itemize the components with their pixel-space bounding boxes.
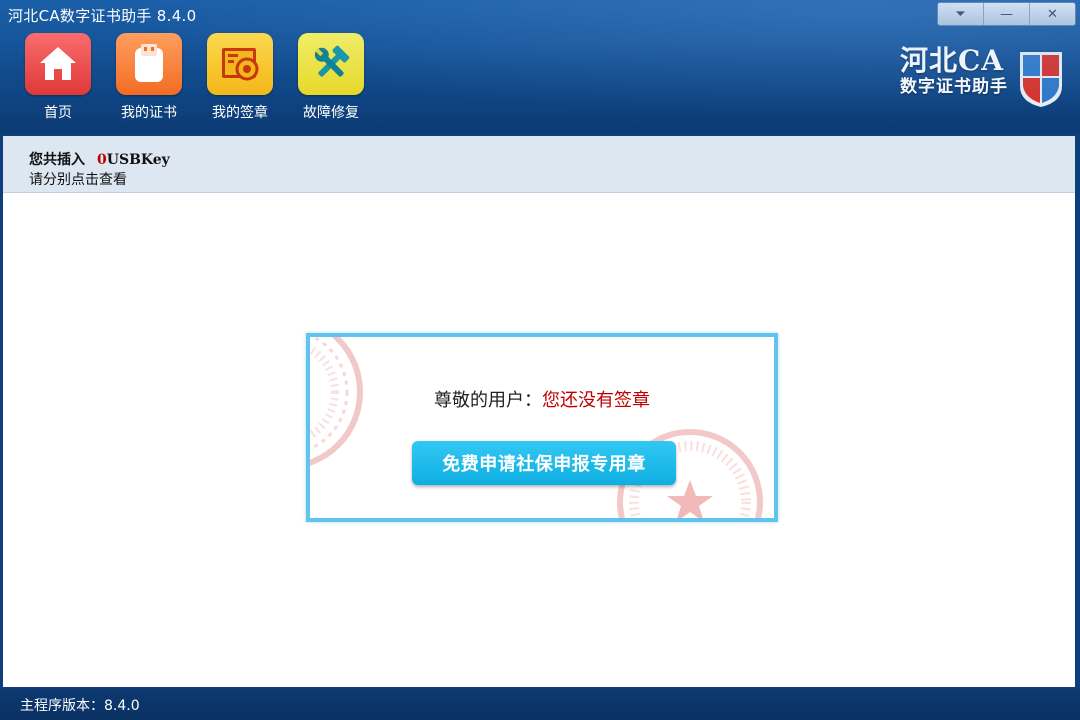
toolbar-label-my-certificate[interactable]: 我的证书: [121, 102, 177, 122]
toolbar-label-home[interactable]: 首页: [44, 102, 72, 122]
home-icon[interactable]: [25, 33, 91, 95]
toolbar-label-my-seal[interactable]: 我的签章: [212, 102, 268, 122]
status-bar: 主程序版本：8.4.0: [0, 688, 1080, 720]
toolbar-label-repair[interactable]: 故障修复: [303, 102, 359, 122]
version-text: 主程序版本：8.4.0: [20, 698, 140, 714]
menu-dropdown-button[interactable]: ⏷: [938, 3, 983, 25]
app-header: 河北CA数字证书助手 8.4.0 ⏷ — ✕ 首页 我的证书 我的签章 故障修复…: [0, 0, 1080, 134]
usbkey-hint: 请分别点击查看: [29, 172, 127, 188]
toolbar-item-repair[interactable]: 故障修复: [297, 33, 365, 122]
no-seal-card: 尊敬的用户：您还没有签章 免费申请社保申报专用章: [306, 333, 778, 522]
usbkey-count: 0: [97, 152, 107, 168]
brand-subtitle: 数字证书助手: [900, 77, 1008, 97]
apply-seal-button[interactable]: 免费申请社保申报专用章: [412, 441, 676, 485]
main-content: 尊敬的用户：您还没有签章 免费申请社保申报专用章: [3, 193, 1075, 687]
close-button[interactable]: ✕: [1029, 3, 1075, 25]
toolbar-item-home[interactable]: 首页: [24, 33, 92, 122]
window-title: 河北CA数字证书助手 8.4.0: [8, 7, 197, 25]
seal-icon[interactable]: [207, 33, 273, 95]
no-seal-text: 您还没有签章: [542, 390, 650, 411]
toolbar-item-my-certificate[interactable]: 我的证书: [115, 33, 183, 122]
brand-title: 河北CA: [900, 44, 1005, 77]
ca-shield-logo: [1016, 46, 1066, 112]
window-controls: ⏷ — ✕: [937, 2, 1076, 26]
repair-tools-icon[interactable]: [298, 33, 364, 95]
brand-area: 河北CA 数字证书助手: [900, 46, 1066, 112]
usb-key-icon[interactable]: [116, 33, 182, 95]
toolbar-item-my-seal[interactable]: 我的签章: [206, 33, 274, 122]
main-toolbar: 首页 我的证书 我的签章 故障修复: [24, 33, 388, 122]
minimize-button[interactable]: —: [983, 3, 1029, 25]
usbkey-info-bar: 您共插入 0USBKey 请分别点击查看: [3, 136, 1075, 193]
usbkey-count-prefix: 您共插入: [29, 152, 85, 168]
no-seal-message: 尊敬的用户：您还没有签章: [310, 386, 774, 412]
brand-text: 河北CA 数字证书助手: [900, 46, 1008, 98]
usbkey-count-line: 您共插入 0USBKey: [29, 149, 170, 169]
usbkey-count-suffix: USBKey: [106, 152, 170, 168]
greeting-text: 尊敬的用户：: [434, 390, 542, 411]
